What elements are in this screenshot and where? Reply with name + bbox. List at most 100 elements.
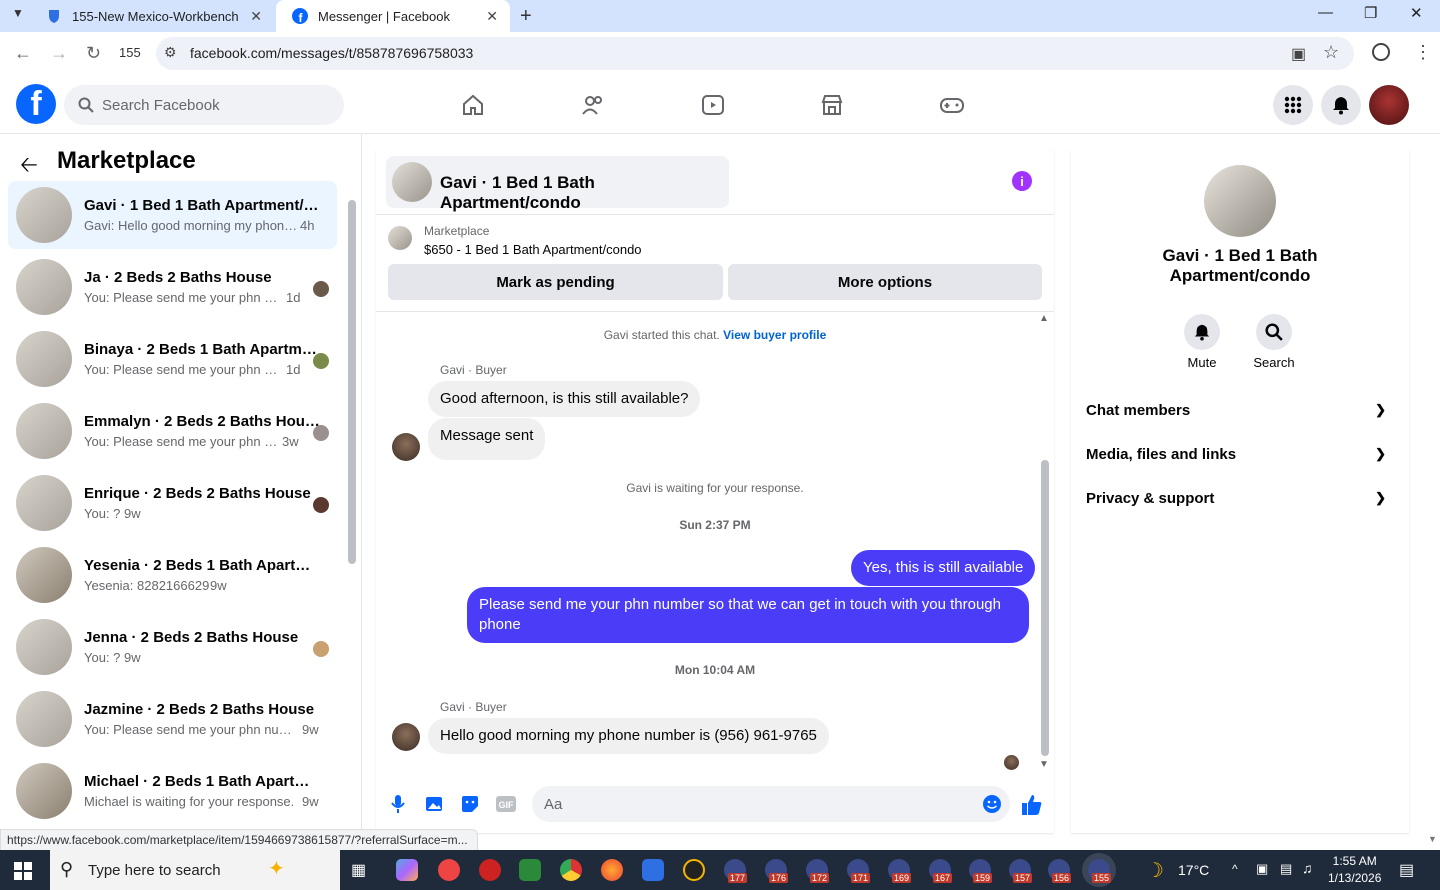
taskbar-search-placeholder: Type here to search: [88, 861, 221, 879]
page-scroll-down-icon[interactable]: ▼: [1428, 834, 1437, 844]
more-options-button[interactable]: More options: [728, 264, 1042, 300]
weather-temperature[interactable]: 17°C: [1178, 862, 1209, 878]
browser-tab-strip: ▼ 155-New Mexico-Workbench ✕ f Messenger…: [0, 0, 1440, 32]
close-tab-icon[interactable]: ✕: [250, 8, 262, 25]
view-buyer-profile-link[interactable]: View buyer profile: [723, 328, 826, 342]
profile-badge: 157: [1013, 873, 1033, 883]
conversation-preview: Gavi: Hello good morning my phone number…: [84, 218, 299, 233]
facebook-logo-icon[interactable]: f: [16, 84, 56, 124]
close-tab-icon[interactable]: ✕: [486, 8, 498, 25]
conversation-item[interactable]: Enrique · 2 Beds 2 Baths House You: ? 9w: [8, 469, 337, 537]
profile-icon[interactable]: [1372, 43, 1390, 61]
listing-thumbnail: [16, 259, 72, 315]
microphone-icon[interactable]: [388, 794, 408, 814]
incoming-message[interactable]: Hello good morning my phone number is (9…: [428, 718, 829, 754]
friends-icon[interactable]: [580, 92, 606, 118]
chrome-icon[interactable]: [560, 859, 582, 881]
new-tab-icon[interactable]: +: [520, 5, 532, 28]
profile-badge: 159: [973, 873, 993, 883]
chat-started-notice: Gavi started this chat. View buyer profi…: [376, 328, 1054, 342]
menu-grid-icon[interactable]: [1273, 85, 1313, 125]
shield-browser-icon[interactable]: [642, 859, 664, 881]
install-app-icon[interactable]: ▣: [1291, 44, 1306, 64]
taskbar-clock[interactable]: 1:55 AM 1/13/2026: [1328, 853, 1381, 887]
sticker-icon[interactable]: [460, 794, 480, 814]
listing-thumbnail: [16, 331, 72, 387]
bookmark-star-icon[interactable]: ☆: [1323, 42, 1339, 63]
message-input[interactable]: Aa: [532, 786, 1010, 822]
conversation-item[interactable]: Yesenia · 2 Beds 1 Bath Apartment/condo …: [8, 541, 337, 609]
chat-scrollbar[interactable]: [1041, 460, 1049, 756]
mute-button[interactable]: [1184, 314, 1220, 350]
search-facebook-input[interactable]: Search Facebook: [64, 85, 344, 125]
conversation-item[interactable]: Jenna · 2 Beds 2 Baths House You: ? 9w: [8, 613, 337, 681]
notifications-bell-icon[interactable]: [1321, 85, 1361, 125]
tray-chevron-icon[interactable]: ^: [1232, 862, 1238, 876]
account-avatar[interactable]: [1369, 85, 1409, 125]
info-icon[interactable]: i: [1012, 171, 1032, 191]
conversation-item[interactable]: Jazmine · 2 Beds 2 Baths House You: Plea…: [8, 685, 337, 753]
task-view-icon[interactable]: ▦: [351, 860, 366, 880]
firefox-icon[interactable]: [601, 859, 623, 881]
notification-center-icon[interactable]: ▤: [1399, 860, 1414, 880]
conversation-item[interactable]: Emmalyn · 2 Beds 2 Baths House You: Plea…: [8, 397, 337, 465]
home-icon[interactable]: [460, 92, 486, 118]
notepad-app-icon[interactable]: [519, 859, 541, 881]
timestamp: Mon 10:04 AM: [674, 663, 756, 677]
tab-search-dropdown[interactable]: ▼: [12, 6, 24, 20]
close-window-icon[interactable]: ✕: [1410, 4, 1423, 22]
taskbar-search-input[interactable]: Type here to search: [50, 850, 340, 890]
scroll-up-arrow-icon[interactable]: ▲: [1039, 313, 1049, 324]
chat-header[interactable]: Gavi · 1 Bed 1 Bath Apartment/condo: [386, 156, 729, 212]
menu-kebab-icon[interactable]: ⋮: [1414, 42, 1432, 63]
site-info-icon[interactable]: ⚙: [164, 44, 177, 61]
outgoing-message[interactable]: Please send me your phn number so that w…: [467, 587, 1029, 643]
seen-avatar: [313, 353, 329, 369]
copilot-icon[interactable]: [396, 859, 418, 881]
minimize-icon[interactable]: —: [1318, 4, 1333, 21]
mark-as-pending-button[interactable]: Mark as pending: [388, 264, 723, 300]
media-files-links-section[interactable]: Media, files and links ❯: [1086, 446, 1396, 463]
scroll-down-arrow-icon[interactable]: ▼: [1039, 759, 1049, 770]
conversation-time: 3w: [282, 434, 299, 449]
reload-icon[interactable]: ↻: [86, 43, 101, 64]
incoming-message[interactable]: Good afternoon, is this still available?: [428, 381, 701, 417]
volume-icon[interactable]: ♫: [1302, 860, 1313, 876]
paint-app-icon[interactable]: [438, 859, 460, 881]
gaming-icon[interactable]: [939, 92, 965, 118]
vpn-app-icon[interactable]: [479, 859, 501, 881]
privacy-support-section[interactable]: Privacy & support ❯: [1086, 490, 1396, 507]
search-conversation-button[interactable]: [1256, 314, 1292, 350]
conversation-item[interactable]: Ja · 2 Beds 2 Baths House You: Please se…: [8, 253, 337, 321]
video-icon[interactable]: [700, 92, 726, 118]
chat-members-section[interactable]: Chat members ❯: [1086, 402, 1396, 419]
network-icon[interactable]: ▤: [1280, 861, 1292, 877]
tab-messenger[interactable]: f Messenger | Facebook ✕: [276, 0, 510, 32]
maximize-icon[interactable]: ❐: [1364, 4, 1377, 22]
conversation-title: Gavi · 1 Bed 1 Bath Apartment/condo: [84, 197, 320, 214]
conversation-title: Yesenia · 2 Beds 1 Bath Apartment/condo: [84, 557, 320, 574]
incoming-message[interactable]: Message sent: [428, 418, 546, 460]
xtool-app-icon[interactable]: [683, 859, 705, 881]
conversation-list-scrollbar[interactable]: [348, 200, 356, 564]
back-icon[interactable]: ←: [14, 43, 32, 64]
url-text[interactable]: facebook.com/messages/t/858787696758033: [190, 45, 473, 61]
forward-icon[interactable]: →: [50, 43, 68, 64]
tray-app-icon[interactable]: ▣: [1256, 861, 1268, 877]
mute-label: Mute: [1187, 355, 1217, 370]
conversation-title: Jazmine · 2 Beds 2 Baths House: [84, 701, 315, 718]
conversation-item[interactable]: Michael · 2 Beds 1 Bath Apartment/condo …: [8, 757, 337, 825]
thumbs-up-icon[interactable]: [1020, 793, 1044, 817]
marketplace-icon[interactable]: [819, 92, 845, 118]
gif-icon[interactable]: GIF: [496, 794, 516, 814]
emoji-icon[interactable]: [982, 794, 1002, 814]
windows-start-icon[interactable]: [14, 862, 32, 885]
conversation-preview: Yesenia: 8282166629: [84, 578, 210, 593]
conversation-item[interactable]: Binaya · 2 Beds 1 Bath Apartment/condo Y…: [8, 325, 337, 393]
conversation-item[interactable]: Gavi · 1 Bed 1 Bath Apartment/condo Gavi…: [8, 181, 337, 249]
photo-icon[interactable]: [424, 794, 444, 814]
seen-avatar: [313, 281, 329, 297]
tab-workbench[interactable]: 155-New Mexico-Workbench ✕: [30, 0, 274, 32]
outgoing-message[interactable]: Yes, this is still available: [851, 550, 1036, 586]
conversation-time: 4h: [300, 218, 315, 233]
